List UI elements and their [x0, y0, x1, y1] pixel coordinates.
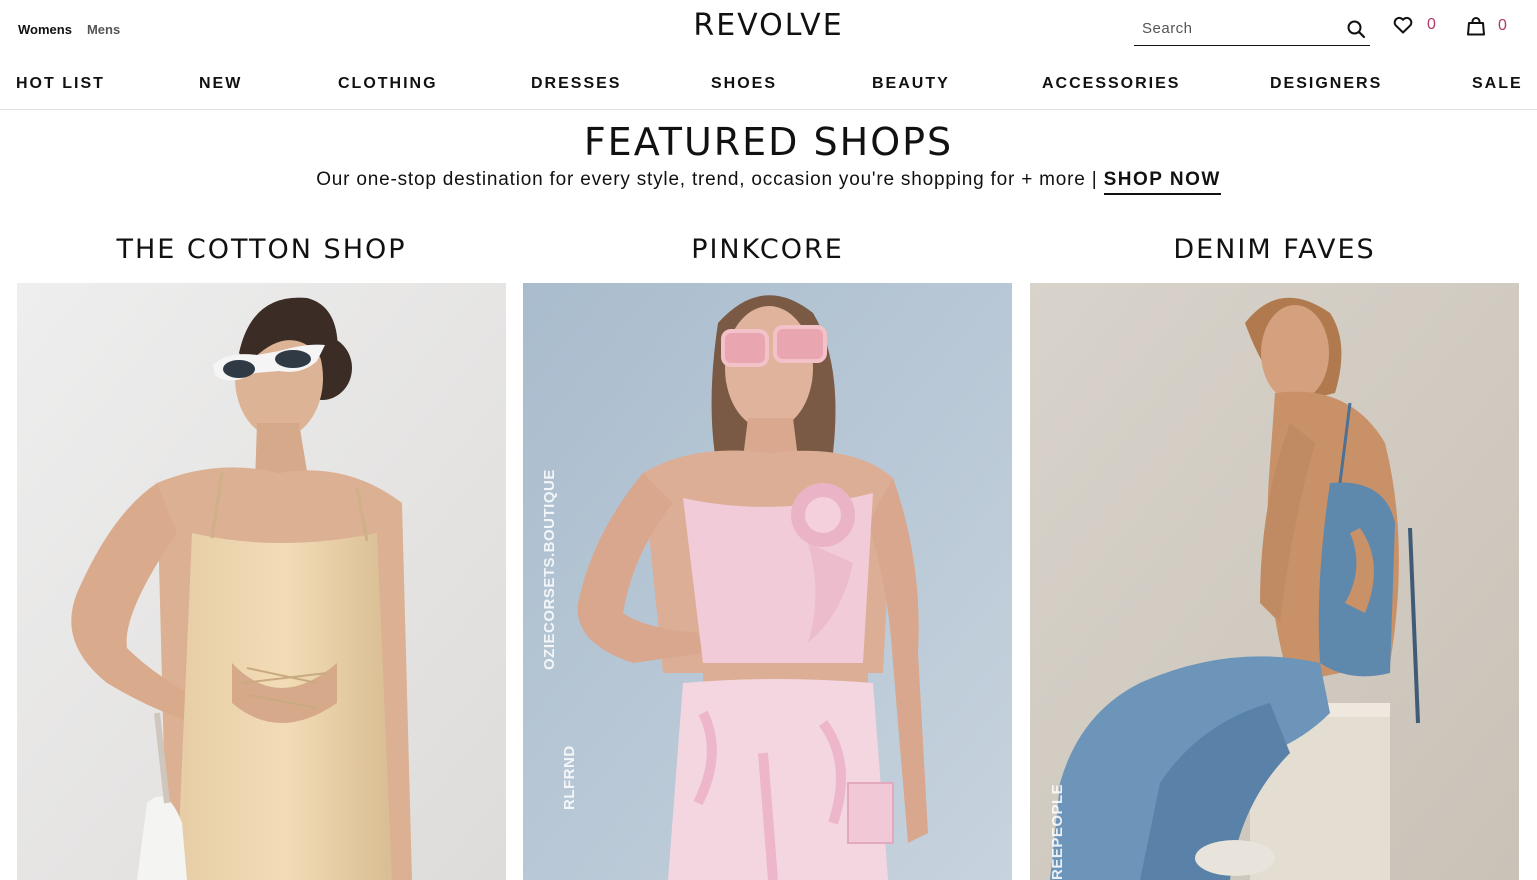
shop-card-cotton[interactable]: THE COTTON SHOP [17, 232, 506, 880]
top-header: Womens Mens REVOLVE 0 0 [0, 0, 1537, 60]
nav-beauty[interactable]: BEAUTY [872, 75, 950, 93]
photo-credit-watermark-2: RLFRND [561, 745, 578, 810]
nav-clothing[interactable]: CLOTHING [338, 75, 438, 93]
nav-shoes[interactable]: SHOES [711, 75, 777, 93]
shop-image-denim[interactable]: REEPEOPLE [1030, 283, 1519, 880]
shop-image-pinkcore[interactable]: OZIECORSETS.BOUTIQUE RLFRND [523, 283, 1012, 880]
bag-count: 0 [1498, 17, 1507, 34]
heart-icon [1393, 16, 1413, 34]
nav-new[interactable]: NEW [199, 75, 242, 93]
nav-designers[interactable]: DESIGNERS [1270, 75, 1382, 93]
nav-hot-list[interactable]: HOT LIST [16, 75, 105, 93]
search-bar [1134, 14, 1370, 46]
shop-title[interactable]: THE COTTON SHOP [17, 232, 506, 283]
shop-card-pinkcore[interactable]: PINKCORE OZIECORSETS.BOUTIQUE RLFRND [523, 232, 1012, 880]
denim-model-illustration [1030, 283, 1519, 880]
featured-shops-subtitle: Our one-stop destination for every style… [0, 169, 1537, 195]
nav-sale[interactable]: SALE [1472, 75, 1523, 93]
nav-dresses[interactable]: DRESSES [531, 75, 621, 93]
shop-title[interactable]: DENIM FAVES [1030, 232, 1519, 283]
bag-icon [1467, 17, 1485, 36]
wishlist-button[interactable]: 0 [1393, 16, 1436, 34]
shop-now-link[interactable]: SHOP NOW [1103, 169, 1221, 195]
photo-credit-watermark: OZIECORSETS.BOUTIQUE [541, 469, 558, 670]
shop-card-denim[interactable]: DENIM FAVES REEPEOPLE [1030, 232, 1519, 880]
shop-title[interactable]: PINKCORE [523, 232, 1012, 283]
main-navigation: HOT LIST NEW CLOTHING DRESSES SHOES BEAU… [0, 60, 1537, 110]
pinkcore-model-illustration [523, 283, 1012, 880]
wishlist-count: 0 [1427, 16, 1436, 33]
bag-button[interactable]: 0 [1466, 16, 1507, 36]
featured-shops-title: FEATURED SHOPS [583, 120, 954, 164]
photo-credit-watermark: REEPEOPLE [1049, 783, 1066, 880]
search-input[interactable] [1142, 20, 1332, 37]
shop-image-cotton[interactable] [17, 283, 506, 880]
featured-subtitle-text: Our one-stop destination for every style… [316, 169, 1098, 190]
nav-accessories[interactable]: ACCESSORIES [1042, 75, 1180, 93]
cotton-model-illustration [17, 283, 506, 880]
search-icon[interactable] [1346, 19, 1366, 39]
